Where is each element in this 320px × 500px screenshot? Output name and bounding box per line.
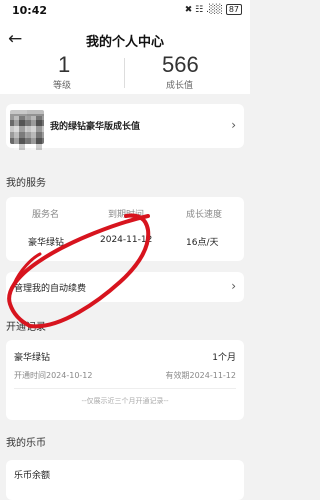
status-time: 10:42 [12,4,48,17]
signal-icon: ✖ ☷ .░░ [184,4,223,15]
status-icons: ✖ ☷ .░░ 87 [185,4,242,15]
column-header-service: 服务名 [32,210,60,220]
upgrade-label: 我的绿钻豪华版成长值 [50,122,141,132]
stats-panel: 1 等级 566 成长值 [0,52,250,94]
chevron-right-icon: › [231,279,236,293]
service-expiry: 2024-11-12 [100,235,153,245]
level-value: 1 [58,52,71,77]
service-name: 豪华绿钻 [28,238,65,248]
record-name: 豪华绿钻 [14,353,51,363]
growth-value: 566 [162,52,199,77]
growth-upgrade-row[interactable]: 我的绿钻豪华版成长值 › [6,104,244,150]
stats-divider [124,58,125,88]
records-note: --仅展示近三个月开通记录-- [81,397,169,405]
level-label: 等级 [53,81,72,91]
status-bar: 10:42 ✖ ☷ .░░ 87 [0,0,250,22]
app-header: ← 我的个人中心 [0,22,250,58]
auto-renew-row[interactable]: 管理我的自动续费 › [6,272,244,302]
growth-label: 成长值 [166,81,194,91]
services-section-title: 我的服务 [6,178,46,189]
records-card: 豪华绿钻 1个月 开通时间2024-10-12 有效期2024-11-12 --… [6,340,244,420]
column-header-speed: 成长速度 [186,210,223,220]
coin-balance-label: 乐币余额 [14,471,51,481]
battery-icon: 87 [225,4,242,15]
services-card: 服务名 到期时间 成长速度 豪华绿钻 2024-11-12 16点/天 [6,197,244,261]
avatar [10,110,48,150]
record-divider [14,388,236,389]
record-valid-until: 有效期2024-11-12 [165,371,237,380]
coins-card: 乐币余额 [6,460,244,500]
column-header-expiry: 到期时间 [108,210,145,220]
record-duration: 1个月 [212,353,236,363]
auto-renew-label: 管理我的自动续费 [14,284,87,294]
chevron-right-icon: › [231,118,236,132]
page-title: 我的个人中心 [85,35,164,50]
coins-section-title: 我的乐币 [6,438,46,449]
record-open-time: 开通时间2024-10-12 [14,371,93,380]
records-section-title: 开通记录 [6,322,46,333]
service-speed: 16点/天 [186,238,219,248]
